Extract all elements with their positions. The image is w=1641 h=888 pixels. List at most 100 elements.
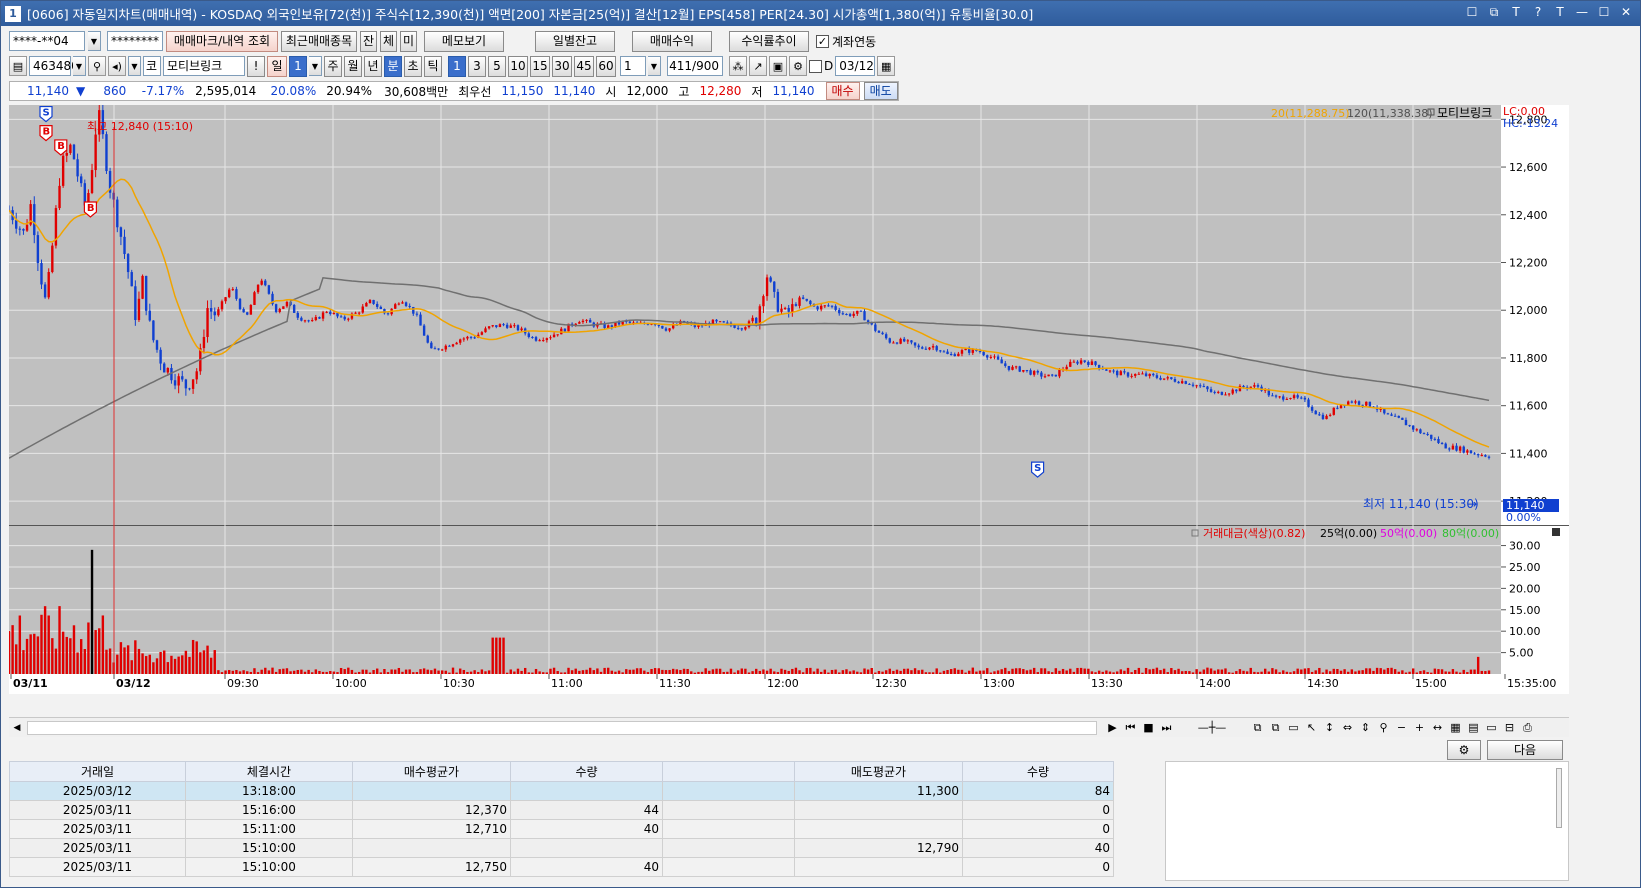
unfilled-button[interactable]: 미 bbox=[400, 30, 417, 52]
profit-rate-button[interactable]: 수익률추이 bbox=[729, 30, 809, 52]
window-icon[interactable]: ▭ bbox=[1484, 720, 1499, 735]
price-chart-svg[interactable]: SBBBS 12,80012,60012,40012,20012,00011,8… bbox=[7, 102, 1569, 717]
period-second-button[interactable]: 초 bbox=[404, 55, 422, 77]
search-icon[interactable]: ⚲ bbox=[88, 56, 106, 76]
table-row[interactable]: 2025/03/11 15:11:00 12,710 40 0 bbox=[9, 819, 1114, 839]
sell-button[interactable]: 매도 bbox=[863, 82, 898, 100]
memo-button[interactable]: 메모보기 bbox=[424, 30, 504, 52]
table-row[interactable]: 2025/03/12 13:18:00 11,300 84 bbox=[9, 781, 1114, 801]
chart-type-icon[interactable]: ▦ bbox=[1448, 720, 1463, 735]
tool-icon-3[interactable]: ▭ bbox=[1286, 720, 1301, 735]
volume-bar bbox=[729, 668, 733, 674]
minute-30-button[interactable]: 30 bbox=[552, 55, 572, 77]
table-row[interactable]: 2025/03/11 15:10:00 12,790 40 bbox=[9, 838, 1114, 858]
cascade-icon[interactable]: ⧉ bbox=[1486, 4, 1502, 20]
close-icon[interactable]: ✕ bbox=[1618, 4, 1634, 20]
code-dropdown-icon[interactable]: ▼ bbox=[73, 56, 86, 76]
bar-count-field[interactable]: 411/900 bbox=[667, 56, 723, 76]
tool-icon-4[interactable]: ↖ bbox=[1304, 720, 1319, 735]
period-dropdown-icon[interactable]: ▼ bbox=[309, 56, 322, 76]
tool-icon-1[interactable]: ⧉ bbox=[1250, 720, 1265, 735]
stock-code-input[interactable]: 463480 bbox=[29, 56, 79, 76]
minute-10-button[interactable]: 10 bbox=[508, 55, 528, 77]
col-sell-qty[interactable]: 수량 bbox=[962, 761, 1114, 782]
filled-button[interactable]: 체 bbox=[380, 30, 397, 52]
grid-settings-icon[interactable]: ⚙ bbox=[1447, 740, 1481, 760]
speaker-icon[interactable]: ◂) bbox=[108, 56, 126, 76]
period-week-button[interactable]: 주 bbox=[324, 55, 342, 77]
password-input[interactable]: ******** bbox=[107, 31, 163, 51]
calendar-icon[interactable]: ▦ bbox=[877, 56, 896, 76]
draw-tool-icon[interactable]: ↗ bbox=[749, 56, 767, 76]
indicator-icon[interactable]: ⁂ bbox=[729, 56, 747, 76]
period-tick-button[interactable]: 틱 bbox=[424, 55, 442, 77]
period-day-button[interactable]: 일 bbox=[267, 55, 287, 77]
interval-input[interactable]: 1 bbox=[620, 56, 646, 76]
balance-button[interactable]: 잔 bbox=[360, 30, 377, 52]
layout-icon-2[interactable]: ⊟ bbox=[1502, 720, 1517, 735]
table-row[interactable]: 2025/03/11 15:16:00 12,370 44 0 bbox=[9, 800, 1114, 820]
print-icon[interactable]: ⎙ bbox=[1520, 720, 1535, 735]
date-checkbox-box[interactable] bbox=[809, 59, 822, 73]
zoom-icon[interactable]: ⚲ bbox=[1376, 720, 1391, 735]
next-button[interactable]: 다음 bbox=[1487, 740, 1563, 760]
interval-dropdown-icon[interactable]: ▼ bbox=[648, 56, 661, 76]
recent-trade-button[interactable]: 최근매매종목 bbox=[281, 30, 357, 52]
minute-3-button[interactable]: 3 bbox=[468, 55, 486, 77]
period-month-button[interactable]: 월 bbox=[344, 55, 362, 77]
scroll-right-icon[interactable]: ▶ bbox=[1105, 720, 1120, 735]
rewind-icon[interactable]: ⏮ bbox=[1123, 720, 1138, 735]
alert-button[interactable]: ! bbox=[247, 55, 265, 77]
fast-forward-icon[interactable]: ⏭ bbox=[1159, 720, 1174, 735]
account-input[interactable]: ****-**04 bbox=[9, 31, 85, 51]
trade-mark-button[interactable]: 매매마크/내역 조회 bbox=[166, 30, 278, 52]
col-time[interactable]: 체결시간 bbox=[185, 761, 353, 782]
speaker-dropdown-icon[interactable]: ▼ bbox=[128, 56, 141, 76]
stop-icon[interactable]: ■ bbox=[1141, 720, 1156, 735]
date-input[interactable]: 03/12 bbox=[835, 56, 876, 76]
col-date[interactable]: 거래일 bbox=[9, 761, 186, 782]
tool-icon-6[interactable]: ⇔ bbox=[1340, 720, 1355, 735]
pin-icon[interactable]: T bbox=[1508, 4, 1524, 20]
volume-bar bbox=[1137, 667, 1141, 674]
help-icon[interactable]: ? bbox=[1530, 4, 1546, 20]
period-day-n[interactable]: 1 bbox=[289, 55, 307, 77]
layout-icon[interactable]: ▤ bbox=[9, 56, 27, 76]
col-buy-avg[interactable]: 매수평균가 bbox=[352, 761, 511, 782]
period-year-button[interactable]: 년 bbox=[364, 55, 382, 77]
zoom-slider[interactable]: —┼— bbox=[1177, 720, 1247, 735]
account-link-checkbox[interactable]: ✓ 계좌연동 bbox=[816, 33, 876, 50]
checkbox-check-icon[interactable]: ✓ bbox=[816, 34, 829, 48]
trade-profit-button[interactable]: 매매수익 bbox=[632, 30, 712, 52]
minute-45-button[interactable]: 45 bbox=[574, 55, 594, 77]
tool-icon-5[interactable]: ↕ bbox=[1322, 720, 1337, 735]
col-sell-avg[interactable]: 매도평균가 bbox=[794, 761, 963, 782]
link-icon[interactable]: ☐ bbox=[1464, 4, 1480, 20]
minute-60-button[interactable]: 60 bbox=[596, 55, 616, 77]
zoom-out-icon[interactable]: − bbox=[1394, 720, 1409, 735]
font-icon[interactable]: T bbox=[1552, 4, 1568, 20]
crosshair-icon[interactable]: ↔ bbox=[1430, 720, 1445, 735]
zoom-in-icon[interactable]: + bbox=[1412, 720, 1427, 735]
settings-icon[interactable]: ⚙ bbox=[789, 56, 807, 76]
grid-scrollbar[interactable] bbox=[1556, 768, 1562, 828]
buy-button[interactable]: 매수 bbox=[825, 82, 860, 100]
account-dropdown-icon[interactable]: ▼ bbox=[88, 31, 101, 51]
tool-icon-7[interactable]: ⇕ bbox=[1358, 720, 1373, 735]
col-buy-qty[interactable]: 수량 bbox=[510, 761, 663, 782]
minute-1-button[interactable]: 1 bbox=[448, 55, 466, 77]
scroll-left-icon[interactable]: ◀ bbox=[9, 720, 25, 736]
minute-15-button[interactable]: 15 bbox=[530, 55, 550, 77]
split-icon[interactable]: ▤ bbox=[1466, 720, 1481, 735]
period-minute-button[interactable]: 분 bbox=[384, 55, 402, 77]
save-icon[interactable]: ▣ bbox=[769, 56, 787, 76]
maximize-icon[interactable]: ☐ bbox=[1596, 4, 1612, 20]
minimize-icon[interactable]: — bbox=[1574, 4, 1590, 20]
tool-icon-2[interactable]: ⧉ bbox=[1268, 720, 1283, 735]
table-row[interactable]: 2025/03/11 15:10:00 12,750 40 0 bbox=[9, 857, 1114, 877]
scroll-track[interactable] bbox=[27, 720, 1097, 735]
daily-balance-button[interactable]: 일별잔고 bbox=[535, 30, 615, 52]
chart-area[interactable]: SBBBS 12,800 12,600 12,400 12,200 12,000 11,8… bbox=[7, 102, 1569, 717]
date-checkbox[interactable]: D bbox=[809, 59, 833, 73]
minute-5-button[interactable]: 5 bbox=[488, 55, 506, 77]
